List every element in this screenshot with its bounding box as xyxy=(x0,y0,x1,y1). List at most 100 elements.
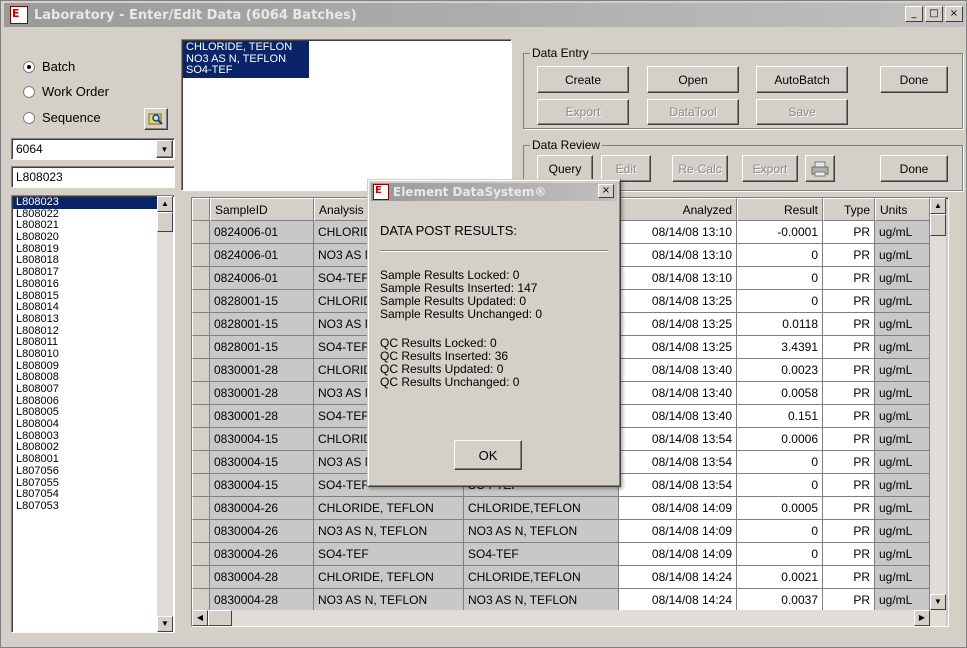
cell-units[interactable]: ug/mL xyxy=(875,382,930,405)
cell-sampleid[interactable]: 0830004-15 xyxy=(210,474,314,497)
maximize-button[interactable]: □ xyxy=(925,6,943,22)
analysis-item[interactable]: CHLORIDE, TEFLON xyxy=(183,41,309,54)
cell-type[interactable]: PR xyxy=(823,359,875,382)
scroll-thumb[interactable] xyxy=(208,610,232,626)
batch-list-item[interactable]: L807056 xyxy=(13,465,158,478)
cell-units[interactable]: ug/mL xyxy=(875,359,930,382)
table-row[interactable]: 0830004-26 SO4-TEF SO4-TEF 08/14/08 14:09 0 P… xyxy=(192,543,930,566)
cell-sampleid[interactable]: 0830001-28 xyxy=(210,382,314,405)
save-button[interactable]: Save xyxy=(756,99,848,125)
row-selector[interactable] xyxy=(192,382,210,405)
batch-list[interactable]: L808023 L808022 L808021 L808020 L808019 L8080… xyxy=(11,195,175,633)
cell-analyzed[interactable]: 08/14/08 13:40 xyxy=(619,359,737,382)
cell-units[interactable]: ug/mL xyxy=(875,543,930,566)
cell-analysis[interactable]: NO3 AS N, TEFLON xyxy=(314,589,464,612)
ok-button[interactable]: OK xyxy=(454,440,522,470)
cell-type[interactable]: PR xyxy=(823,221,875,244)
cell-analyzed[interactable]: 08/14/08 14:09 xyxy=(619,543,737,566)
cell-type[interactable]: PR xyxy=(823,451,875,474)
cell-sampleid[interactable]: 0830004-15 xyxy=(210,451,314,474)
radio-work-order[interactable]: Work Order xyxy=(23,84,109,99)
cell-sampleid[interactable]: 0824006-01 xyxy=(210,221,314,244)
cell-result[interactable]: 0.0021 xyxy=(737,566,823,589)
cell-analyzed[interactable]: 08/14/08 14:24 xyxy=(619,566,737,589)
cell-type[interactable]: PR xyxy=(823,543,875,566)
cell-result[interactable]: 0.0005 xyxy=(737,497,823,520)
batch-text-field[interactable]: L808023 xyxy=(11,166,175,188)
scroll-thumb[interactable] xyxy=(930,214,946,236)
batch-list-item[interactable]: L808023 xyxy=(13,196,158,209)
row-selector[interactable] xyxy=(192,267,210,290)
scroll-left-icon[interactable]: ◀ xyxy=(192,610,208,626)
row-selector[interactable] xyxy=(192,497,210,520)
create-button[interactable]: Create xyxy=(537,66,629,93)
cell-analyzed[interactable]: 08/14/08 13:54 xyxy=(619,428,737,451)
minimize-button[interactable]: _ xyxy=(905,6,923,22)
cell-result[interactable]: 0 xyxy=(737,290,823,313)
cell-result[interactable]: -0.0001 xyxy=(737,221,823,244)
cell-analysis[interactable]: CHLORIDE, TEFLON xyxy=(314,566,464,589)
row-selector[interactable] xyxy=(192,359,210,382)
cell-analysis[interactable]: NO3 AS N, TEFLON xyxy=(314,520,464,543)
cell-result[interactable]: 0 xyxy=(737,474,823,497)
cell-sampleid[interactable]: 0828001-15 xyxy=(210,313,314,336)
batch-list-item[interactable]: L808004 xyxy=(13,418,158,431)
dialog-title-bar[interactable]: Element DataSystem® × xyxy=(371,183,617,201)
cell-result[interactable]: 3.4391 xyxy=(737,336,823,359)
cell-sampleid[interactable]: 0828001-15 xyxy=(210,336,314,359)
cell-units[interactable]: ug/mL xyxy=(875,566,930,589)
cell-result[interactable]: 0.0058 xyxy=(737,382,823,405)
cell-sampleid[interactable]: 0830004-15 xyxy=(210,428,314,451)
col-header-result[interactable]: Result xyxy=(737,198,823,221)
cell-type[interactable]: PR xyxy=(823,290,875,313)
scroll-thumb[interactable] xyxy=(157,212,173,232)
analysis-list[interactable]: CHLORIDE, TEFLON NO3 AS N, TEFLON SO4-TE… xyxy=(181,39,512,191)
cell-type[interactable]: PR xyxy=(823,336,875,359)
cell-analysis[interactable]: CHLORIDE, TEFLON xyxy=(314,497,464,520)
cell-analysis2[interactable]: NO3 AS N, TEFLON xyxy=(464,589,619,612)
cell-sampleid[interactable]: 0824006-01 xyxy=(210,244,314,267)
query-button[interactable]: Query xyxy=(537,155,593,182)
cell-result[interactable]: 0 xyxy=(737,267,823,290)
cell-type[interactable]: PR xyxy=(823,589,875,612)
cell-units[interactable]: ug/mL xyxy=(875,336,930,359)
radio-batch[interactable]: Batch xyxy=(23,59,75,74)
table-row[interactable]: 0830004-28 NO3 AS N, TEFLON NO3 AS N, TEFL… xyxy=(192,589,930,612)
cell-sampleid[interactable]: 0830004-28 xyxy=(210,566,314,589)
done-entry-button[interactable]: Done xyxy=(880,66,948,93)
cell-type[interactable]: PR xyxy=(823,405,875,428)
cell-result[interactable]: 0.0118 xyxy=(737,313,823,336)
cell-analysis2[interactable]: SO4-TEF xyxy=(464,543,619,566)
cell-analyzed[interactable]: 08/14/08 13:54 xyxy=(619,474,737,497)
scroll-right-icon[interactable]: ▶ xyxy=(914,610,930,626)
batch-list-item[interactable]: L808010 xyxy=(13,348,158,361)
cell-units[interactable]: ug/mL xyxy=(875,221,930,244)
row-selector[interactable] xyxy=(192,428,210,451)
row-selector[interactable] xyxy=(192,336,210,359)
cell-units[interactable]: ug/mL xyxy=(875,451,930,474)
row-selector[interactable] xyxy=(192,451,210,474)
row-selector[interactable] xyxy=(192,520,210,543)
cell-units[interactable]: ug/mL xyxy=(875,428,930,451)
analysis-item[interactable]: SO4-TEF xyxy=(183,65,309,78)
cell-analyzed[interactable]: 08/14/08 14:09 xyxy=(619,497,737,520)
table-row[interactable]: 0830004-28 CHLORIDE, TEFLON CHLORIDE,TEFLO… xyxy=(192,566,930,589)
cell-units[interactable]: ug/mL xyxy=(875,267,930,290)
export-entry-button[interactable]: Export xyxy=(537,99,629,125)
table-row[interactable]: 0830004-26 CHLORIDE, TEFLON CHLORIDE,TEFLO… xyxy=(192,497,930,520)
dialog-close-button[interactable]: × xyxy=(598,184,614,198)
cell-sampleid[interactable]: 0830004-26 xyxy=(210,543,314,566)
cell-type[interactable]: PR xyxy=(823,267,875,290)
title-bar[interactable]: Laboratory - Enter/Edit Data (6064 Batch… xyxy=(4,3,965,27)
cell-type[interactable]: PR xyxy=(823,474,875,497)
batch-list-item[interactable]: L808020 xyxy=(13,231,158,244)
table-row[interactable]: 0830004-26 NO3 AS N, TEFLON NO3 AS N, TEFL… xyxy=(192,520,930,543)
cell-result[interactable]: 0.0006 xyxy=(737,428,823,451)
cell-analyzed[interactable]: 08/14/08 13:10 xyxy=(619,244,737,267)
col-header-analyzed[interactable]: Analyzed xyxy=(619,198,737,221)
cell-units[interactable]: ug/mL xyxy=(875,589,930,612)
cell-analysis[interactable]: SO4-TEF xyxy=(314,543,464,566)
cell-type[interactable]: PR xyxy=(823,313,875,336)
cell-result[interactable]: 0 xyxy=(737,543,823,566)
cell-sampleid[interactable]: 0824006-01 xyxy=(210,267,314,290)
